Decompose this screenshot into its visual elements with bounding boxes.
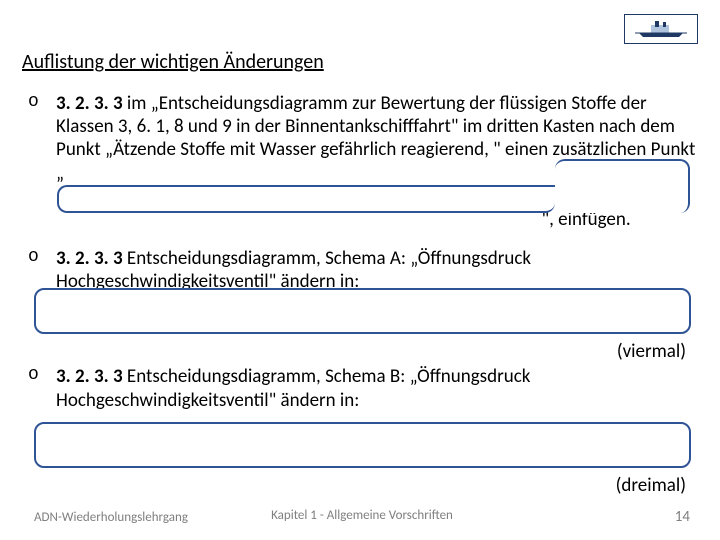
slide-heading: Auflistung der wichtigen Änderungen — [22, 50, 698, 74]
change-list: 3. 2. 3. 3 im „Entscheidungsdiagramm zur… — [22, 92, 698, 412]
item-tail: (dreimal) — [616, 474, 686, 497]
footer-center: Kapitel 1 - Allgemeine Vorschriften — [271, 508, 453, 523]
list-item: 3. 2. 3. 3 Entscheidungsdiagramm, Schema… — [22, 365, 698, 411]
item-ref: 3. 2. 3. 3 — [56, 365, 123, 388]
redacted-box — [34, 288, 691, 334]
item-tail: (viermal) — [617, 340, 686, 363]
slide-content: Auflistung der wichtigen Änderungen 3. 2… — [22, 50, 698, 428]
item-ref: 3. 2. 3. 3 — [56, 247, 123, 270]
item-body: Entscheidungsdiagramm, Schema B: „Öffnun… — [56, 365, 530, 411]
redacted-box — [555, 159, 690, 213]
item-body: Entscheidungsdiagramm, Schema A: „Öffnun… — [56, 247, 531, 293]
slide-footer: ADN-Wiederholungslehrgang Kapitel 1 - Al… — [34, 508, 690, 526]
brand-logo — [624, 14, 698, 44]
redacted-box — [34, 422, 691, 468]
item-ref: 3. 2. 3. 3 — [56, 92, 123, 115]
redacted-box — [57, 185, 555, 213]
list-item: 3. 2. 3. 3 Entscheidungsdiagramm, Schema… — [22, 247, 698, 293]
page-number: 14 — [675, 508, 690, 526]
footer-left: ADN-Wiederholungslehrgang — [34, 510, 188, 525]
